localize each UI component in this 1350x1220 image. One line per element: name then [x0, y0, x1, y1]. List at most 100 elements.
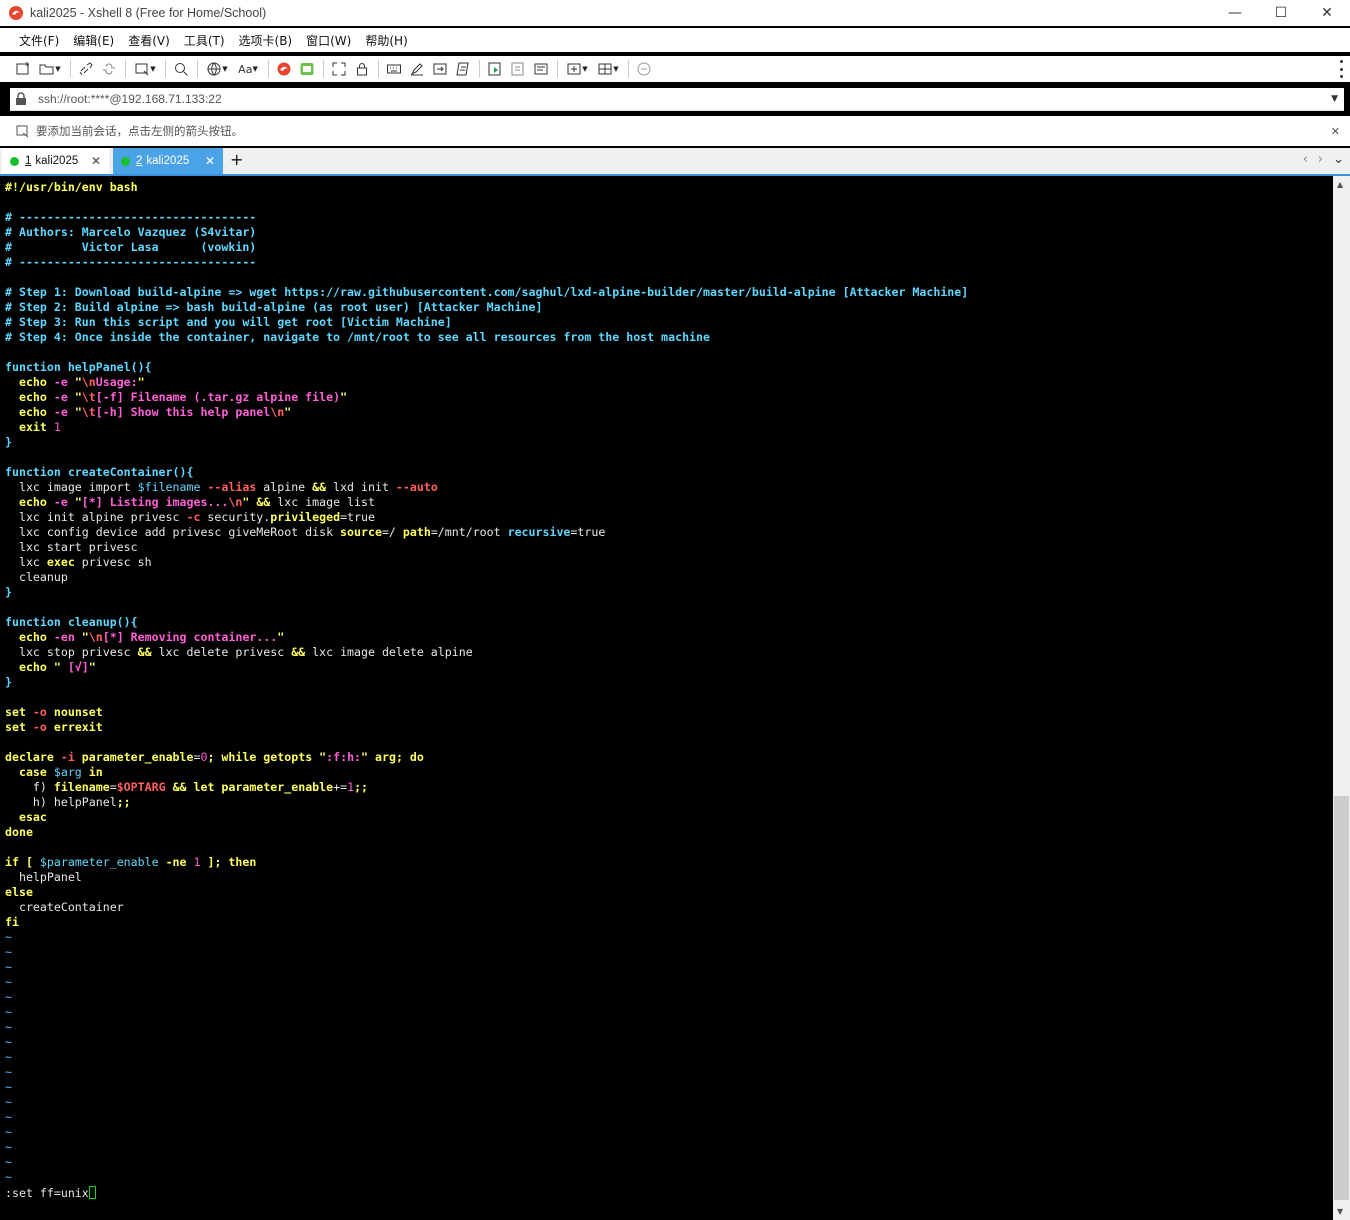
code-token: f)	[5, 780, 54, 794]
code-token: "	[74, 495, 82, 509]
code-token: # Step 1: Download build-alpine => wget …	[5, 285, 969, 299]
chat-icon[interactable]	[633, 58, 655, 80]
terminal-line: function helpPanel(){	[5, 360, 968, 375]
terminal-line: else	[5, 885, 968, 900]
new-tab-icon[interactable]: ▼	[562, 58, 592, 80]
menu-edit[interactable]: 编辑(E)	[66, 32, 121, 49]
code-token: # Authors: Marcelo Vazquez (S4vitar)	[5, 225, 257, 239]
code-token: lxc config device add privesc giveMeRoot…	[5, 525, 341, 539]
scroll-up-icon[interactable]: ▲	[1337, 180, 1343, 189]
toolbar-separator	[165, 60, 166, 78]
tab-list-icon[interactable]: ⌄	[1333, 152, 1344, 167]
tab-session-2[interactable]: 2 kali2025 ✕	[113, 148, 223, 174]
add-session-arrow-icon[interactable]	[16, 124, 30, 138]
code-token: $filename	[137, 480, 201, 494]
tab-prev-icon[interactable]: ‹	[1303, 152, 1308, 167]
menu-tools[interactable]: 工具(T)	[177, 32, 232, 49]
maximize-button[interactable]: ☐	[1258, 0, 1304, 26]
tab-next-icon[interactable]: ›	[1318, 152, 1323, 167]
code-token: ; while getopts	[207, 750, 320, 764]
code-token: ~	[5, 1080, 12, 1094]
code-token: --auto	[395, 480, 438, 494]
font-icon[interactable]: Aa ▼	[233, 58, 263, 80]
add-tab-button[interactable]: +	[230, 150, 243, 169]
new-session-icon[interactable]	[12, 58, 34, 80]
compose-icon[interactable]	[530, 58, 552, 80]
code-token: security.	[200, 510, 271, 524]
vertical-scrollbar[interactable]: ▲ ▼	[1333, 176, 1350, 1220]
vim-command-line[interactable]: :set ff=unix	[5, 1186, 96, 1200]
terminal-line: lxc exec privesc sh	[5, 555, 968, 570]
menu-file[interactable]: 文件(F)	[12, 32, 66, 49]
code-token: }	[5, 675, 12, 689]
tab-close-icon[interactable]: ✕	[205, 154, 215, 168]
search-icon[interactable]	[170, 58, 192, 80]
layout-icon[interactable]: ▼	[593, 58, 623, 80]
tab-close-icon[interactable]: ✕	[91, 154, 101, 168]
code-token: lxc start privesc	[5, 540, 138, 554]
code-token: ~	[5, 1110, 12, 1124]
log-icon[interactable]	[507, 58, 529, 80]
menu-view[interactable]: 查看(V)	[121, 32, 177, 49]
code-token: privileged	[270, 510, 341, 524]
close-button[interactable]: ✕	[1304, 0, 1350, 26]
globe-icon[interactable]: ▼	[202, 58, 232, 80]
script-icon[interactable]	[452, 58, 474, 80]
terminal-line: lxc init alpine privesc -c security.priv…	[5, 510, 968, 525]
reconnect-icon[interactable]	[75, 58, 97, 80]
terminal[interactable]: #!/usr/bin/env bash # ------------------…	[0, 176, 1333, 1220]
more-options-icon[interactable]	[1338, 60, 1344, 78]
menu-window[interactable]: 窗口(W)	[299, 32, 358, 49]
code-token: "	[53, 660, 61, 674]
code-token: # Step 3: Run this script and you will g…	[5, 315, 452, 329]
terminal-line: ~	[5, 1020, 968, 1035]
code-token: ~	[5, 975, 12, 989]
code-token: #!/usr/bin/env bash	[5, 180, 138, 194]
code-token: echo	[18, 660, 47, 674]
terminal-line: # ----------------------------------	[5, 255, 968, 270]
terminal-line: # Authors: Marcelo Vazquez (S4vitar)	[5, 225, 968, 240]
code-token: =	[109, 780, 117, 794]
disconnect-icon[interactable]	[98, 58, 120, 80]
connected-status-icon	[121, 156, 130, 166]
terminal-line: ~	[5, 1035, 968, 1050]
code-token: lxc image import	[5, 480, 138, 494]
code-token: path	[402, 525, 431, 539]
code-token: function helpPanel(){	[5, 360, 152, 374]
code-token: ~	[5, 930, 12, 944]
code-token: =/	[381, 525, 403, 539]
code-token: -o	[25, 720, 47, 734]
scroll-down-icon[interactable]: ▼	[1337, 1207, 1343, 1216]
address-bar[interactable]: ssh://root:****@192.168.71.133:22 ▼	[10, 88, 1344, 111]
code-token: $arg	[46, 765, 82, 779]
scrollbar-thumb[interactable]	[1334, 796, 1349, 1200]
run-script-icon[interactable]	[484, 58, 506, 80]
keyboard-icon[interactable]	[383, 58, 405, 80]
minimize-button[interactable]: —	[1212, 0, 1258, 26]
menu-tabs[interactable]: 选项卡(B)	[232, 32, 300, 49]
hint-close-icon[interactable]: ✕	[1331, 125, 1340, 138]
code-token: arg; do	[368, 750, 424, 764]
open-folder-icon[interactable]: ▼	[35, 58, 65, 80]
terminal-line: ~	[5, 1065, 968, 1080]
transfer-icon[interactable]: ▼	[130, 58, 160, 80]
xshell-icon[interactable]	[273, 58, 295, 80]
send-key-icon[interactable]	[429, 58, 451, 80]
highlight-icon[interactable]	[406, 58, 428, 80]
tab-session-1[interactable]: 1 kali2025 ✕	[2, 148, 109, 174]
lock-icon[interactable]	[351, 58, 373, 80]
xftp-icon[interactable]	[296, 58, 318, 80]
menu-help[interactable]: 帮助(H)	[358, 32, 414, 49]
chevron-down-icon[interactable]: ▼	[1331, 94, 1338, 104]
terminal-line: ~	[5, 945, 968, 960]
lock-icon	[16, 92, 26, 105]
vim-buffer[interactable]: #!/usr/bin/env bash # ------------------…	[5, 180, 968, 1185]
code-token: -i	[53, 750, 75, 764]
session-url[interactable]: ssh://root:****@192.168.71.133:22	[38, 92, 222, 106]
fullscreen-icon[interactable]	[328, 58, 350, 80]
code-token: nounset	[46, 705, 103, 719]
